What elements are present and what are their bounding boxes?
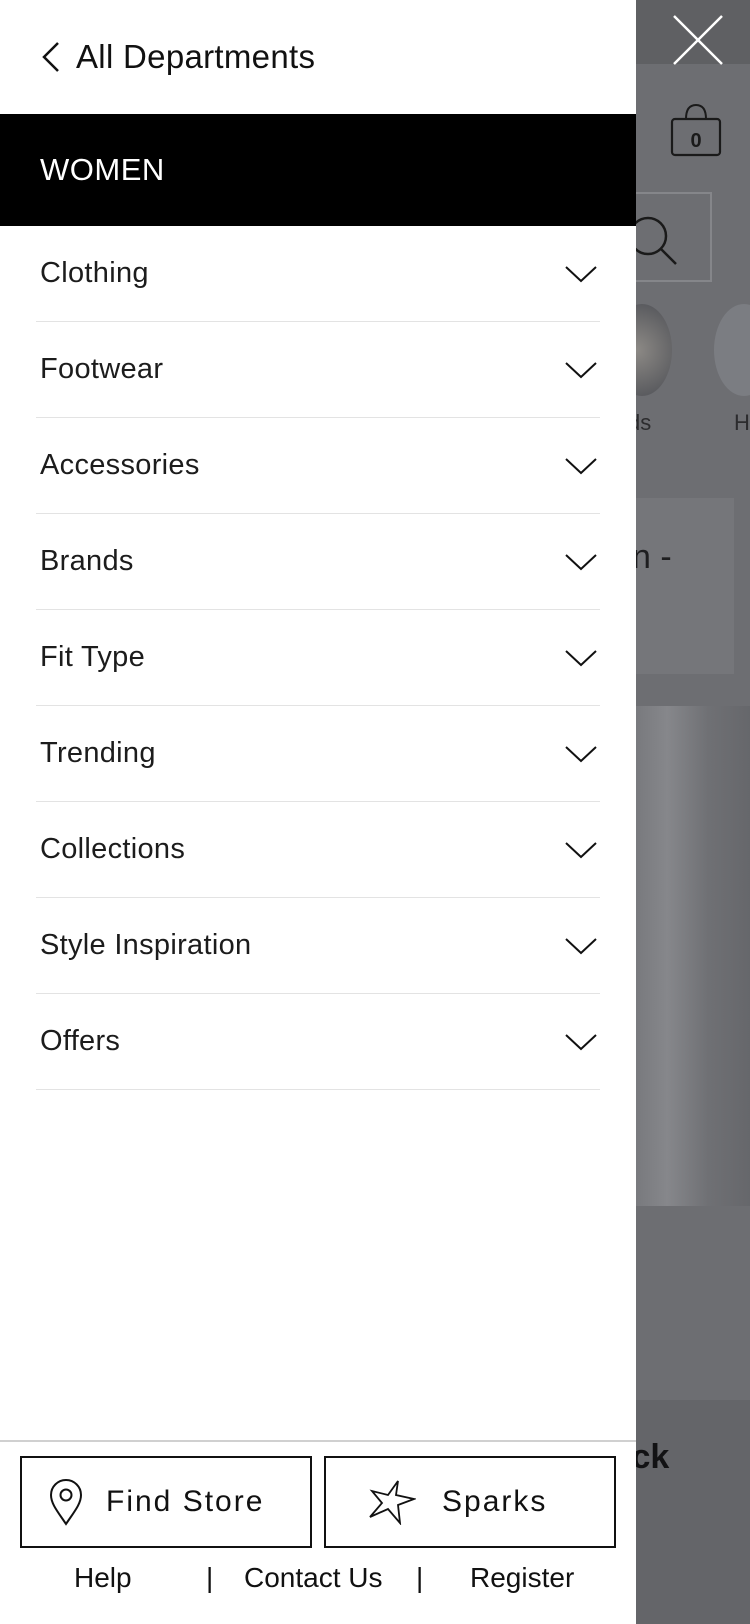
- menu-item-clothing[interactable]: Clothing: [36, 226, 600, 322]
- sparks-label: Sparks: [442, 1485, 548, 1518]
- department-header: WOMEN: [0, 114, 636, 226]
- chevron-down-icon: [565, 553, 597, 570]
- menu-item-label: Collections: [40, 833, 186, 865]
- menu-item-label: Footwear: [40, 353, 164, 385]
- menu-item-label: Fit Type: [40, 641, 146, 673]
- chevron-left-icon: [42, 42, 59, 72]
- help-link[interactable]: Help: [74, 1562, 132, 1594]
- star-icon: [369, 1480, 416, 1525]
- link-separator: |: [416, 1562, 424, 1593]
- sparks-button[interactable]: Sparks: [324, 1456, 616, 1548]
- menu-item-footwear[interactable]: Footwear: [36, 322, 600, 418]
- menu-item-label: Offers: [40, 1025, 121, 1057]
- close-icon[interactable]: [670, 12, 726, 68]
- menu-item-brands[interactable]: Brands: [36, 514, 600, 610]
- menu-item-accessories[interactable]: Accessories: [36, 418, 600, 514]
- find-store-label: Find Store: [106, 1485, 265, 1518]
- bag-count: 0: [690, 130, 701, 152]
- menu-item-label: Clothing: [40, 257, 149, 289]
- menu-item-collections[interactable]: Collections: [36, 802, 600, 898]
- chevron-down-icon: [565, 1033, 597, 1050]
- chevron-down-icon: [565, 265, 597, 282]
- back-to-all-departments[interactable]: All Departments: [0, 0, 636, 114]
- find-store-button[interactable]: Find Store: [20, 1456, 312, 1548]
- menu-item-fit-type[interactable]: Fit Type: [36, 610, 600, 706]
- chevron-down-icon: [565, 649, 597, 666]
- menu-item-label: Brands: [40, 545, 134, 577]
- link-separator: |: [206, 1562, 214, 1593]
- menu-item-trending[interactable]: Trending: [36, 706, 600, 802]
- chevron-down-icon: [565, 457, 597, 474]
- department-title: WOMEN: [40, 152, 165, 187]
- category-circle-image: [714, 304, 750, 396]
- menu-item-label: Style Inspiration: [40, 929, 252, 961]
- contact-us-link[interactable]: Contact Us: [244, 1562, 383, 1594]
- shopping-bag-icon: 0: [670, 103, 722, 157]
- category-menu: Clothing Footwear Accessories Brands Fit…: [36, 226, 600, 1090]
- register-link[interactable]: Register: [470, 1562, 574, 1594]
- chevron-down-icon: [565, 841, 597, 858]
- menu-item-offers[interactable]: Offers: [36, 994, 600, 1090]
- header-title: All Departments: [76, 38, 316, 75]
- menu-item-label: Accessories: [40, 449, 200, 481]
- footer-links: Help | Contact Us | Register: [0, 1562, 636, 1606]
- category-circle-label: H: [734, 410, 750, 435]
- footer-divider: [0, 1440, 636, 1442]
- chevron-down-icon: [565, 937, 597, 954]
- location-pin-icon: [49, 1479, 83, 1526]
- navigation-drawer: All Departments WOMEN Clothing Footwear …: [0, 0, 636, 1624]
- menu-item-label: Trending: [40, 737, 156, 769]
- menu-item-style-inspiration[interactable]: Style Inspiration: [36, 898, 600, 994]
- chevron-down-icon: [565, 745, 597, 762]
- chevron-down-icon: [565, 361, 597, 378]
- background-banner-text: n -: [632, 538, 672, 576]
